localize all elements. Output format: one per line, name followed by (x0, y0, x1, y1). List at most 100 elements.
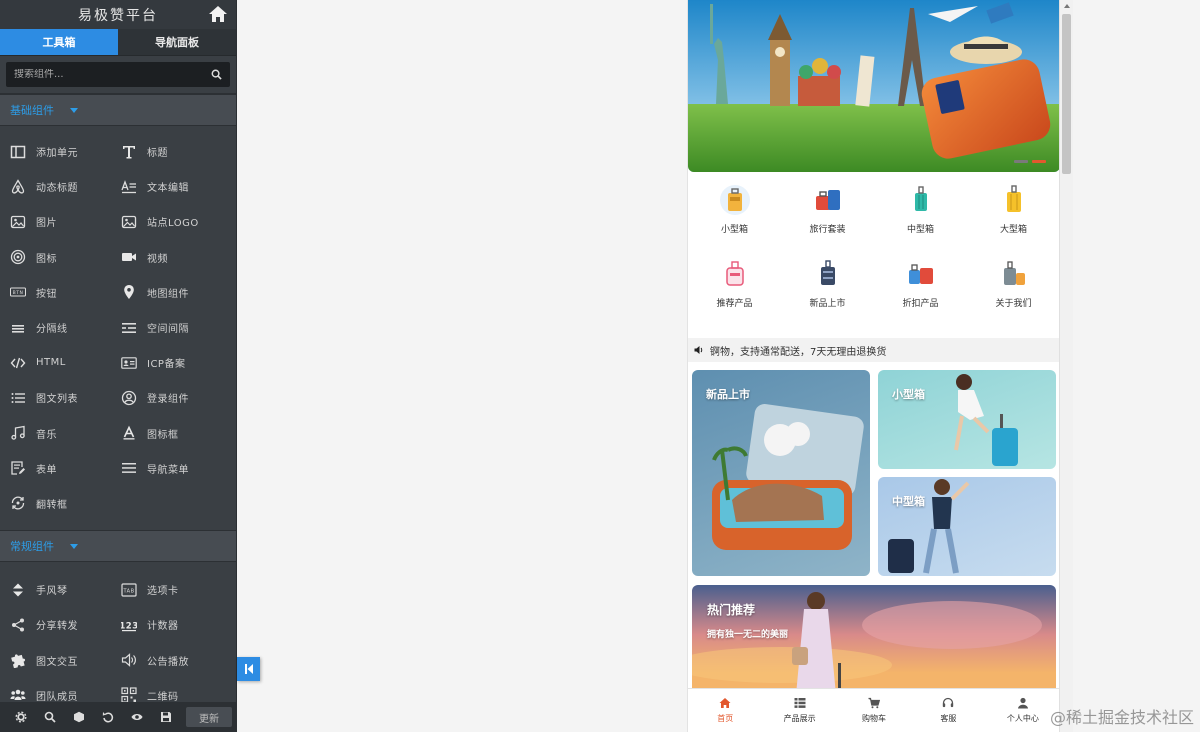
component-flip-box[interactable]: 翻转框 (10, 486, 121, 521)
section-common-header[interactable]: 常规组件 (0, 530, 236, 563)
card-title: 中型箱 (892, 495, 925, 508)
tab-products[interactable]: 产品展示 (762, 689, 836, 732)
category-label: 小型箱 (720, 225, 748, 235)
component-music[interactable]: 音乐 (10, 416, 121, 451)
card-small-case[interactable]: 小型箱 (878, 370, 1056, 469)
component-divider[interactable]: 分隔线 (10, 310, 121, 345)
component-spacing[interactable]: 空间间隔 (121, 310, 232, 345)
component-video[interactable]: 视频 (121, 240, 232, 275)
component-share[interactable]: 分享转发 (10, 607, 121, 642)
component-label: 二维码 (147, 691, 179, 703)
tab-toolbox[interactable]: 工具箱 (0, 29, 118, 56)
text-edit-icon (121, 179, 137, 195)
component-label: 分享转发 (36, 621, 78, 633)
component-form[interactable]: 表单 (10, 451, 121, 486)
preview-scrollbar[interactable] (1059, 0, 1073, 732)
scroll-up-icon[interactable] (1060, 0, 1074, 12)
tab-service[interactable]: 客服 (911, 689, 985, 732)
category-discount[interactable]: 折扣产品 (874, 258, 967, 332)
search-input[interactable] (14, 69, 211, 80)
card-new-arrivals[interactable]: 新品上市 (692, 370, 870, 576)
component-button[interactable]: BTN 按钮 (10, 275, 121, 310)
banner-pager[interactable] (1014, 160, 1046, 163)
component-label: 视频 (147, 253, 168, 265)
component-label: 音乐 (36, 429, 57, 441)
component-text-edit[interactable]: 文本编辑 (121, 169, 232, 204)
component-login[interactable]: 登录组件 (121, 380, 232, 415)
category-medium-case[interactable]: 中型箱 (874, 184, 967, 258)
team-icon (10, 687, 26, 703)
component-announcement[interactable]: 公告播放 (121, 642, 232, 677)
section-basic-header[interactable]: 基础组件 (0, 94, 236, 126)
component-add-unit[interactable]: 添加单元 (10, 134, 121, 169)
scroll-thumb[interactable] (1062, 14, 1071, 174)
category-new-arrivals[interactable]: 新品上市 (781, 258, 874, 332)
component-tabs[interactable]: TAB 选项卡 (121, 572, 232, 607)
image-icon (10, 214, 26, 230)
category-large-case[interactable]: 大型箱 (967, 184, 1059, 258)
category-small-case[interactable]: 小型箱 (688, 184, 781, 258)
tab-home[interactable]: 首页 (688, 689, 762, 732)
eye-icon[interactable] (122, 702, 151, 732)
category-label: 大型箱 (999, 225, 1027, 235)
divider-icon (10, 320, 26, 336)
component-sidebar: 易极赞平台 工具箱 导航面板 基础组件 添加单元 标题 动态标题 (0, 0, 237, 732)
category-grid: 小型箱 旅行套装 中型箱 大型箱 推荐产品 新品上市 折扣产品 关于我们 (688, 172, 1059, 332)
component-label: 分隔线 (36, 324, 68, 336)
suitcase-large-icon (1006, 185, 1021, 212)
tab-nav-panel[interactable]: 导航面板 (118, 29, 236, 56)
component-label: 图标框 (147, 429, 179, 441)
title-t-icon (121, 144, 137, 160)
suitcase-about-icon (1003, 261, 1025, 285)
component-image-list[interactable]: 图文列表 (10, 380, 121, 415)
category-travel-set[interactable]: 旅行套装 (781, 184, 874, 258)
component-label: 按钮 (36, 288, 57, 300)
component-nav-menu[interactable]: 导航菜单 (121, 451, 232, 486)
undo-icon[interactable] (93, 702, 122, 732)
component-title[interactable]: 标题 (121, 134, 232, 169)
component-html[interactable]: HTML (10, 345, 121, 380)
banner-slider[interactable] (688, 0, 1059, 172)
home-icon[interactable] (208, 4, 228, 24)
component-counter[interactable]: 123 计数器 (121, 607, 232, 642)
component-accordion[interactable]: 手风琴 (10, 572, 121, 607)
category-recommended[interactable]: 推荐产品 (688, 258, 781, 332)
component-map[interactable]: 地图组件 (121, 275, 232, 310)
tab-profile[interactable]: 个人中心 (986, 689, 1059, 732)
component-label: 添加单元 (36, 148, 78, 160)
tab-label: 购物车 (862, 714, 887, 723)
mobile-preview: 小型箱 旅行套装 中型箱 大型箱 推荐产品 新品上市 折扣产品 关于我们 锕物，… (687, 0, 1059, 732)
component-icon-box[interactable]: 图标框 (121, 416, 232, 451)
component-label: 导航菜单 (147, 464, 189, 476)
update-button[interactable]: 更新 (186, 707, 232, 727)
component-label: 图标 (36, 253, 57, 265)
search-icon[interactable] (35, 702, 64, 732)
settings-icon[interactable] (6, 702, 35, 732)
pager-dot[interactable] (1014, 160, 1028, 163)
component-label: 空间间隔 (147, 324, 189, 336)
component-image[interactable]: 图片 (10, 204, 121, 239)
code-icon (10, 355, 26, 371)
collapse-sidebar-button[interactable] (237, 657, 260, 681)
music-icon (10, 425, 26, 441)
category-about-us[interactable]: 关于我们 (967, 258, 1059, 332)
component-site-logo[interactable]: 站点LOGO (121, 204, 232, 239)
form-icon (10, 460, 26, 476)
card-medium-case[interactable]: 中型箱 (878, 477, 1056, 576)
component-image-interaction[interactable]: 图文交互 (10, 642, 121, 677)
cube-icon[interactable] (64, 702, 93, 732)
component-label: 站点LOGO (147, 218, 199, 230)
pager-dot-active[interactable] (1032, 160, 1046, 163)
component-label: 公告播放 (147, 656, 189, 668)
component-icon[interactable]: 图标 (10, 240, 121, 275)
component-label: 标题 (147, 148, 168, 160)
speaker-icon (694, 346, 703, 354)
search-icon[interactable] (211, 65, 222, 84)
hot-recommend-banner[interactable]: 热门推荐 拥有独一无二的美丽 (692, 585, 1056, 695)
save-icon[interactable] (151, 702, 180, 732)
tab-cart[interactable]: 购物车 (837, 689, 911, 732)
section-title: 基础组件 (10, 104, 54, 117)
component-label: 地图组件 (147, 288, 189, 300)
component-icp[interactable]: ICP备案 (121, 345, 232, 380)
component-dynamic-title[interactable]: 动态标题 (10, 169, 121, 204)
